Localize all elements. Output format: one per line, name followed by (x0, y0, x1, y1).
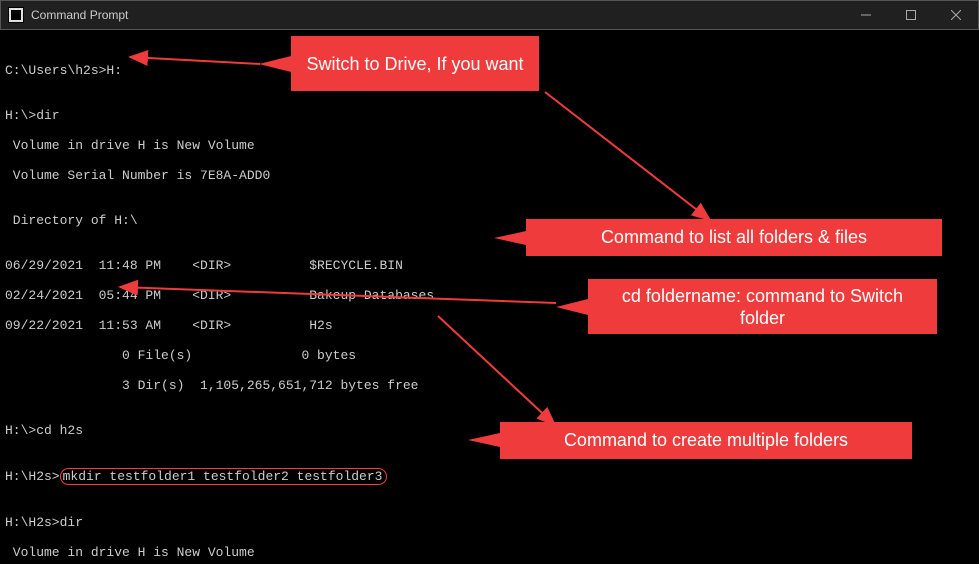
terminal-line: 0 File(s) 0 bytes (5, 348, 974, 363)
terminal-line: H:\>dir (5, 108, 974, 123)
terminal-line: H:\H2s>mkdir testfolder1 testfolder2 tes… (5, 468, 974, 485)
callout-cd: cd foldername: command to Switch folder (588, 279, 937, 334)
terminal-line: 06/29/2021 11:48 PM <DIR> $RECYCLE.BIN (5, 258, 974, 273)
window-title: Command Prompt (31, 8, 128, 22)
terminal-line: Volume in drive H is New Volume (5, 545, 974, 560)
callout-list-folders: Command to list all folders & files (526, 219, 942, 256)
mkdir-highlight: mkdir testfolder1 testfolder2 testfolder… (60, 468, 388, 485)
callout-mkdir: Command to create multiple folders (500, 422, 912, 459)
terminal-line: H:\H2s>dir (5, 515, 974, 530)
close-button[interactable] (933, 0, 978, 30)
minimize-button[interactable] (843, 0, 888, 30)
terminal-line: Volume in drive H is New Volume (5, 138, 974, 153)
cmd-icon (8, 7, 24, 23)
terminal-line: Volume Serial Number is 7E8A-ADD0 (5, 168, 974, 183)
callout-switch-drive: Switch to Drive, If you want (291, 36, 539, 91)
terminal-line: 3 Dir(s) 1,105,265,651,712 bytes free (5, 378, 974, 393)
titlebar: Command Prompt (0, 0, 979, 30)
maximize-button[interactable] (888, 0, 933, 30)
